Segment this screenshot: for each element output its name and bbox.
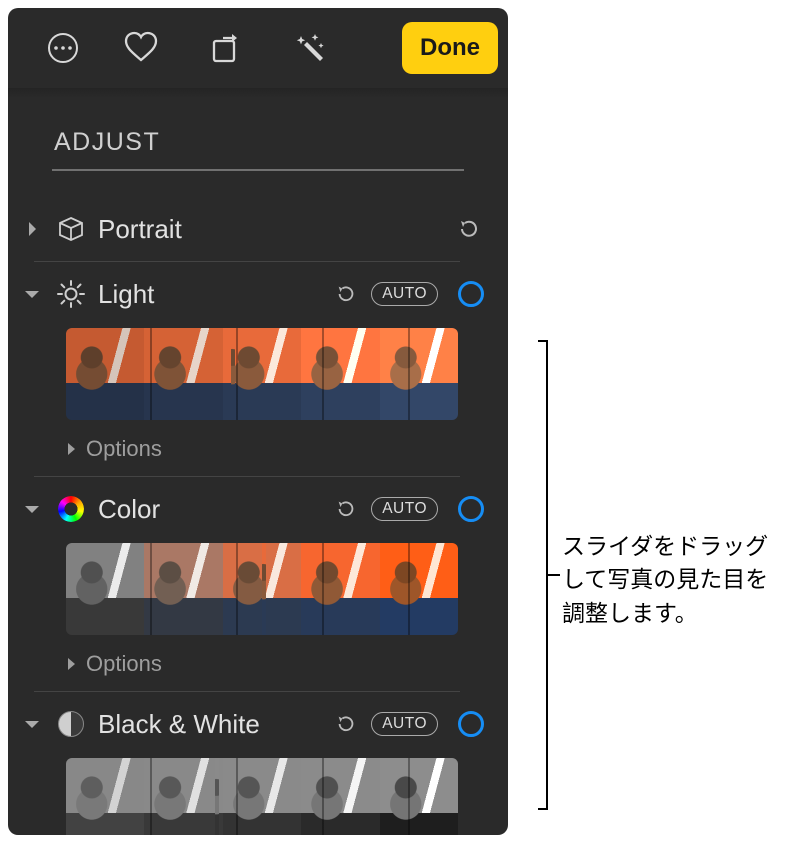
options-label: Options (86, 436, 162, 462)
enable-ring[interactable] (458, 496, 484, 522)
more-icon[interactable] (28, 8, 98, 88)
reset-icon[interactable] (454, 217, 484, 241)
done-button[interactable]: Done (402, 22, 498, 74)
rotate-crop-icon[interactable] (183, 8, 268, 88)
auto-enhance-icon[interactable] (268, 8, 353, 88)
row-light[interactable]: Light AUTO (20, 266, 484, 322)
enable-ring[interactable] (458, 711, 484, 737)
row-black-and-white[interactable]: Black & White AUTO (20, 696, 484, 752)
divider (34, 691, 460, 692)
chevron-down-icon (20, 503, 44, 515)
favorite-icon[interactable] (98, 8, 183, 88)
enable-ring[interactable] (458, 281, 484, 307)
adjust-panel: Done ADJUST Portrait (8, 8, 508, 835)
reset-icon[interactable] (331, 713, 361, 735)
half-circle-icon (54, 711, 88, 737)
callout-text: スライダをドラッグして写真の見た目を調整します。 (562, 530, 780, 630)
row-label: Color (98, 494, 160, 525)
editor-toolbar: Done (8, 8, 508, 88)
reset-icon[interactable] (331, 498, 361, 520)
divider (34, 476, 460, 477)
slider-handle[interactable] (231, 328, 235, 420)
auto-button[interactable]: AUTO (371, 497, 438, 521)
options-toggle-light[interactable]: Options (20, 426, 484, 472)
color-wheel-icon (54, 496, 88, 522)
color-slider[interactable] (66, 543, 458, 635)
bw-slider[interactable] (66, 758, 458, 835)
chevron-right-icon (20, 221, 44, 237)
light-slider[interactable] (66, 328, 458, 420)
divider (34, 261, 460, 262)
auto-button[interactable]: AUTO (371, 712, 438, 736)
section-title: ADJUST (8, 88, 508, 169)
chevron-down-icon (20, 718, 44, 730)
section-divider (52, 169, 464, 171)
reset-icon[interactable] (331, 283, 361, 305)
slider-handle[interactable] (215, 758, 219, 835)
callout-bracket (530, 340, 548, 810)
sun-icon (54, 279, 88, 309)
options-label: Options (86, 651, 162, 677)
row-label: Black & White (98, 709, 260, 740)
row-portrait[interactable]: Portrait (20, 201, 484, 257)
cube-icon (54, 215, 88, 243)
row-label: Light (98, 279, 154, 310)
row-label: Portrait (98, 214, 182, 245)
chevron-down-icon (20, 288, 44, 300)
row-color[interactable]: Color AUTO (20, 481, 484, 537)
slider-handle[interactable] (262, 543, 266, 635)
options-toggle-color[interactable]: Options (20, 641, 484, 687)
auto-button[interactable]: AUTO (371, 282, 438, 306)
